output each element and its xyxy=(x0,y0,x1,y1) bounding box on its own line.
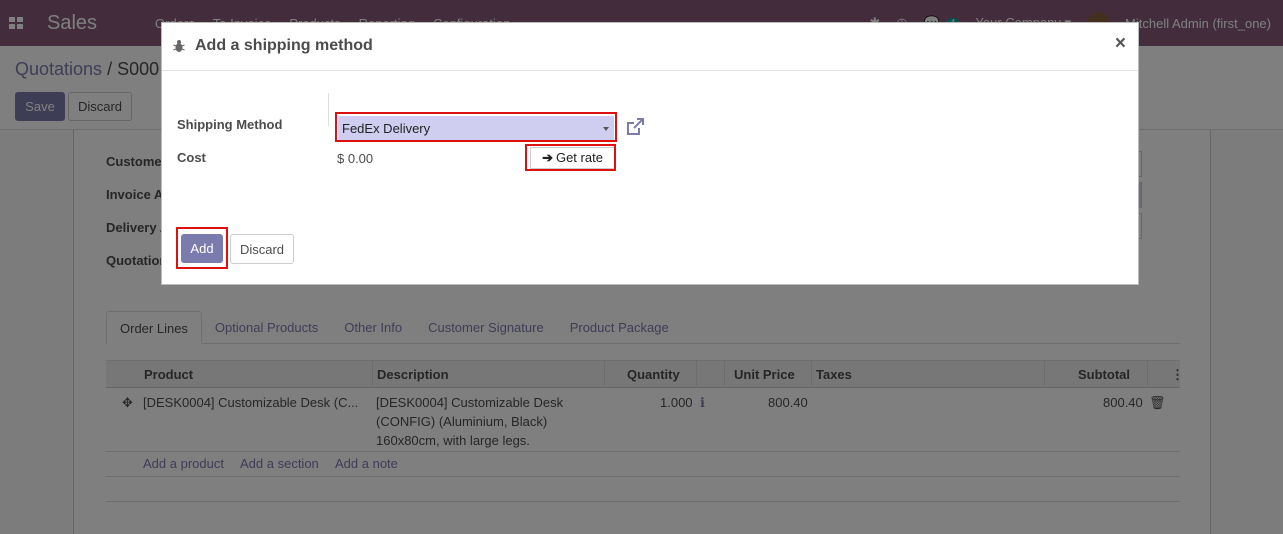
external-link-icon[interactable] xyxy=(625,117,645,137)
add-highlight-frame xyxy=(176,227,228,269)
bug-icon xyxy=(173,40,185,52)
shipping-method-label: Shipping Method xyxy=(177,117,283,132)
select-highlight-frame xyxy=(335,112,617,142)
cost-label: Cost xyxy=(177,150,206,165)
close-icon[interactable]: × xyxy=(1115,34,1126,53)
field-divider xyxy=(328,93,329,126)
shipping-method-dialog: Add a shipping method × Shipping Method … xyxy=(161,22,1139,285)
dialog-discard-button[interactable]: Discard xyxy=(230,234,294,264)
cost-value: $ 0.00 xyxy=(337,151,374,166)
dialog-header: Add a shipping method × xyxy=(162,23,1138,71)
dialog-title: Add a shipping method xyxy=(195,37,373,54)
get-rate-highlight-frame xyxy=(525,144,616,171)
